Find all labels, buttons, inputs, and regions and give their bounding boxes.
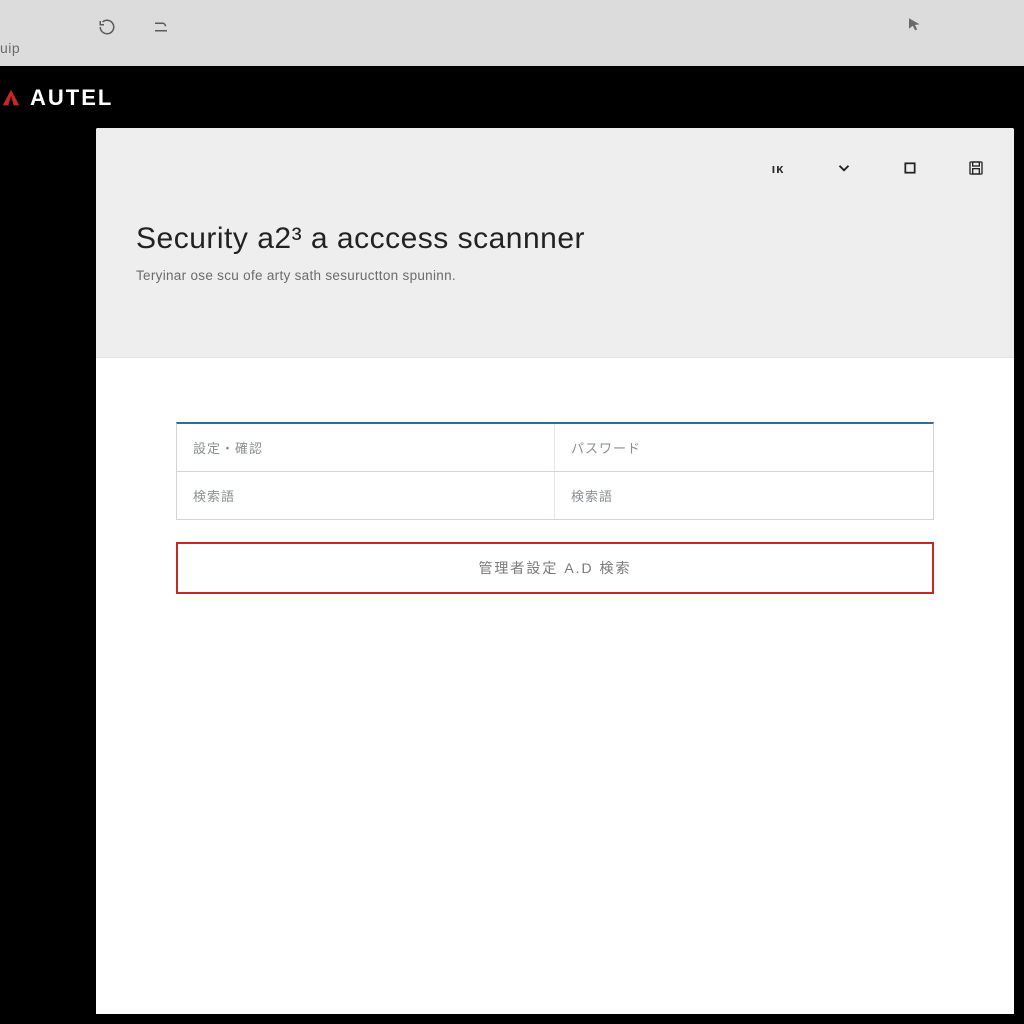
submit-button[interactable]: 管理者設定 A.D 検索 (176, 542, 934, 594)
field-search-term-2[interactable]: 検索語 (555, 472, 933, 519)
main-panel: ıκ Security a2³ a acccess scannner Teryi… (96, 128, 1014, 1014)
panel-header: ıκ Security a2³ a acccess scannner Teryi… (96, 128, 1014, 358)
page-subtitle: Teryinar ose scu ofe arty sath sesuructt… (136, 268, 456, 283)
browser-chrome: uip (0, 0, 1024, 66)
form-area: 設定・確認 パスワード 検索語 検索語 管理者設定 A.D 検索 (96, 358, 1014, 594)
field-settings[interactable]: 設定・確認 (177, 424, 555, 471)
address-bar-fragment: uip (0, 40, 20, 56)
field-search-term-1[interactable]: 検索語 (177, 472, 555, 519)
new-tab-icon[interactable] (150, 16, 172, 38)
brand: AUTEL (0, 80, 113, 116)
app-window: AUTEL ıκ Security a2³ a acccess scannner… (0, 66, 1024, 1024)
refresh-icon[interactable] (96, 16, 118, 38)
panel-action-bar: ıκ (768, 158, 986, 178)
action-text-icon[interactable]: ıκ (768, 158, 788, 178)
cursor-icon (906, 16, 928, 38)
stop-icon[interactable] (900, 158, 920, 178)
fields-row-1: 設定・確認 パスワード (176, 422, 934, 472)
save-icon[interactable] (966, 158, 986, 178)
brand-name: AUTEL (30, 85, 113, 111)
brand-logo-icon (0, 87, 22, 109)
fields-row-2: 検索語 検索語 (176, 472, 934, 520)
chevron-down-icon[interactable] (834, 158, 854, 178)
page-title: Security a2³ a acccess scannner (136, 222, 585, 256)
field-password[interactable]: パスワード (555, 424, 933, 471)
